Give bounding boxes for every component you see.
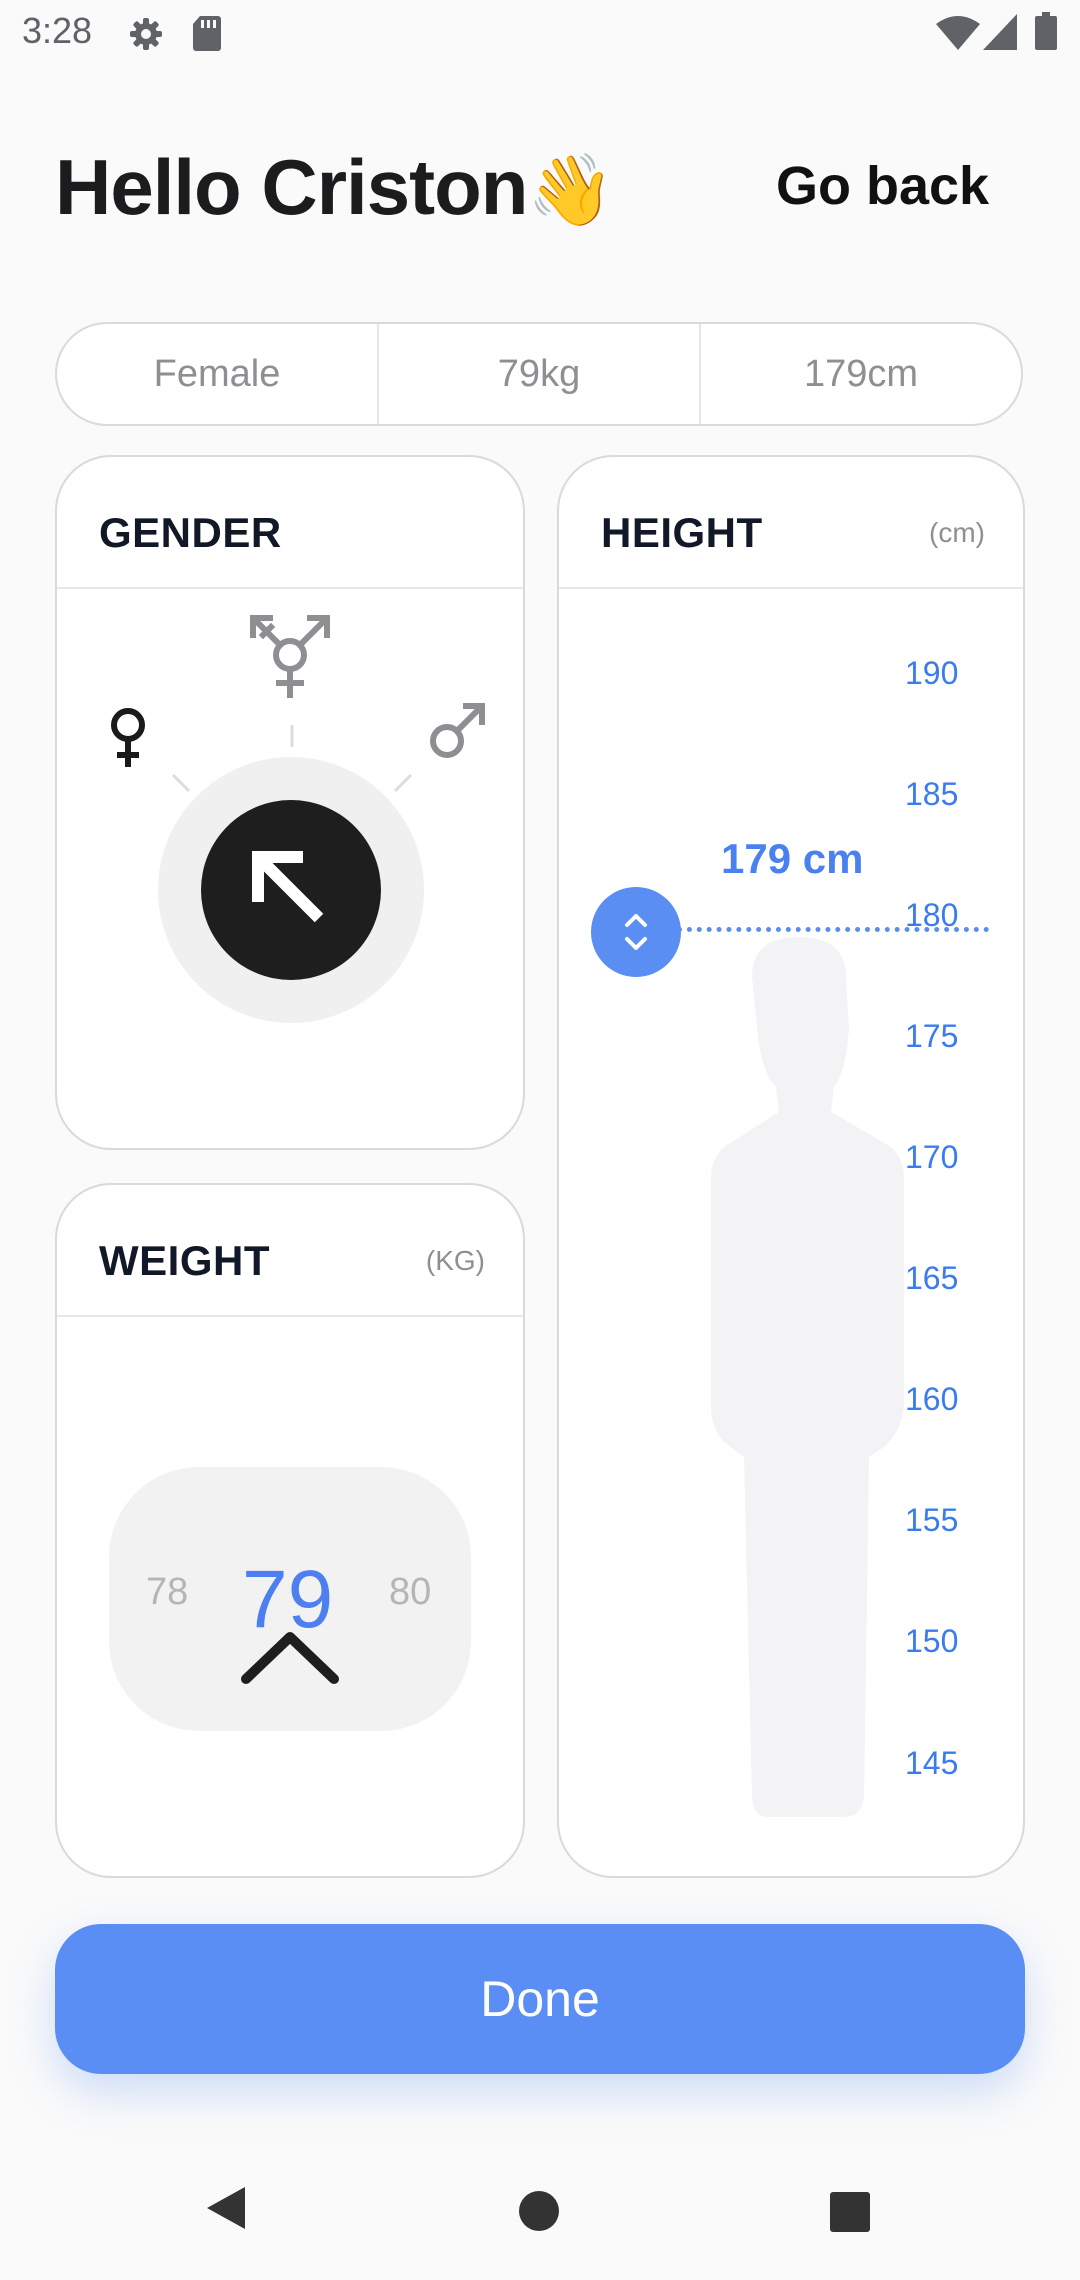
height-tick: 155 (905, 1502, 959, 1538)
height-tick: 145 (905, 1745, 959, 1781)
weight-next[interactable]: 80 (389, 1571, 431, 1614)
male-symbol-icon[interactable] (425, 701, 487, 763)
weight-unit: (KG) (425, 1245, 485, 1276)
height-tick: 185 (905, 776, 959, 812)
summary-weight[interactable]: 79kg (377, 324, 699, 424)
page-title: Hello Criston👋 (55, 142, 615, 233)
nav-back-icon[interactable] (205, 2185, 247, 2231)
weight-picker[interactable]: 78 79 80 (109, 1467, 471, 1731)
gear-icon (130, 18, 162, 50)
height-tick: 160 (905, 1381, 959, 1417)
height-tick: 150 (905, 1623, 959, 1659)
wifi-icon (936, 16, 980, 50)
go-back-button[interactable]: Go back (776, 155, 989, 217)
waving-hand-icon: 👋 (527, 151, 614, 229)
height-tick: 165 (905, 1260, 959, 1296)
gender-card: GENDER (55, 455, 525, 1150)
person-silhouette (711, 937, 904, 1817)
summary-bar: Female 79kg 179cm (55, 322, 1023, 426)
chevron-up-icon[interactable] (240, 1627, 340, 1685)
transgender-symbol-icon[interactable] (245, 609, 335, 699)
chevron-up-down-icon (625, 914, 647, 950)
battery-icon (1035, 12, 1057, 50)
gender-dial[interactable] (158, 757, 424, 1023)
summary-height[interactable]: 179cm (699, 324, 1021, 424)
signal-icon (983, 14, 1017, 50)
height-tick: 175 (905, 1018, 959, 1054)
gender-dial-knob[interactable] (201, 800, 381, 980)
height-card-header: HEIGHT (cm) (559, 457, 1023, 589)
height-tick: 190 (905, 655, 959, 691)
arrow-up-left-icon (252, 851, 324, 923)
female-symbol-icon[interactable] (103, 705, 153, 769)
status-time: 3:28 (22, 10, 93, 51)
height-indicator-line (677, 927, 989, 932)
done-button[interactable]: Done (55, 1924, 1025, 2074)
weight-card: WEIGHT (KG) 78 79 80 (55, 1183, 525, 1878)
height-readout: 179 cm (721, 835, 864, 882)
summary-gender[interactable]: Female (57, 324, 377, 424)
nav-home-icon[interactable] (518, 2190, 560, 2232)
weight-previous[interactable]: 78 (146, 1571, 188, 1614)
weight-card-header: WEIGHT (KG) (57, 1185, 523, 1317)
status-bar: 3:28 (0, 0, 1080, 66)
height-slider-handle[interactable] (591, 887, 681, 977)
height-card: HEIGHT (cm) 190 185 180 175 170 165 160 … (557, 455, 1025, 1878)
greeting-text: Hello Criston (55, 143, 528, 231)
height-tick: 170 (905, 1139, 959, 1175)
nav-recents-icon[interactable] (829, 2191, 871, 2233)
height-unit: (cm) (929, 517, 985, 548)
sd-card-icon (193, 16, 221, 51)
height-title: HEIGHT (601, 509, 763, 556)
weight-title: WEIGHT (99, 1237, 270, 1284)
